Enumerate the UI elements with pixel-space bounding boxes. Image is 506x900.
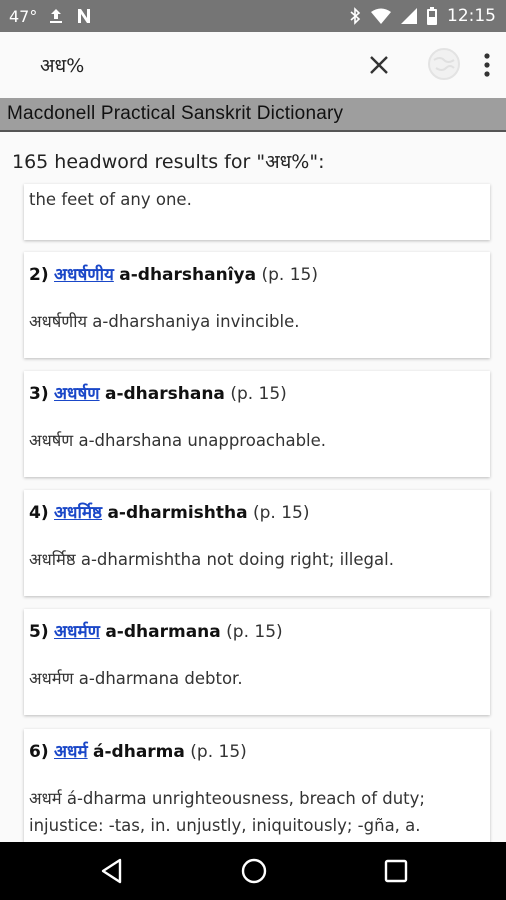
close-icon bbox=[370, 56, 388, 74]
signal-icon bbox=[401, 8, 417, 24]
home-button[interactable] bbox=[240, 857, 268, 885]
result-number: 3) bbox=[29, 384, 49, 404]
navigation-bar bbox=[0, 842, 506, 900]
result-card[interactable]: 3) अधर्षण a-dharshana (p. 15) अधर्षण a-d… bbox=[24, 371, 490, 477]
page-reference: (p. 15) bbox=[230, 384, 287, 404]
result-heading: 6) अधर्म á-dharma (p. 15) bbox=[29, 739, 247, 762]
result-number: 6) bbox=[29, 742, 49, 762]
page-reference: (p. 15) bbox=[261, 265, 319, 285]
wifi-icon bbox=[371, 8, 391, 24]
clock-text: 12:15 bbox=[447, 6, 496, 26]
transliteration: a-dharmana bbox=[105, 622, 221, 642]
dictionary-title: Macdonell Practical Sanskrit Dictionary bbox=[7, 103, 344, 124]
page-reference: (p. 15) bbox=[252, 503, 310, 523]
result-number: 5) bbox=[29, 622, 49, 642]
result-heading: 4) अधर्मिष्ठ a-dharmishtha (p. 15) bbox=[29, 500, 309, 523]
notification-n-icon bbox=[75, 7, 93, 25]
temperature-text: 47° bbox=[9, 6, 38, 26]
result-card-partial[interactable]: the feet of any one. bbox=[24, 184, 490, 240]
bluetooth-icon bbox=[349, 7, 361, 25]
transliteration: a-dharshana bbox=[104, 384, 225, 404]
result-heading: 2) अधर्षणीय a-dharshanîya (p. 15) bbox=[29, 262, 318, 285]
language-button[interactable] bbox=[426, 46, 462, 82]
result-number: 2) bbox=[29, 265, 49, 285]
result-count: 165 headword results for "अध%": bbox=[12, 151, 325, 173]
headword-link[interactable]: अधर्मण bbox=[54, 622, 100, 642]
result-definition: अधर्मिष्ठ a-dharmishtha not doing right;… bbox=[29, 550, 394, 569]
result-card[interactable]: 2) अधर्षणीय a-dharshanîya (p. 15) अधर्षण… bbox=[24, 252, 490, 358]
status-bar: 47° 12:15 bbox=[0, 0, 506, 32]
result-definition: अधर्षण a-dharshana unapproachable. bbox=[29, 431, 327, 450]
search-input[interactable]: अध% bbox=[40, 52, 84, 78]
upload-icon bbox=[47, 7, 65, 25]
transliteration: a-dharshanîya bbox=[119, 265, 257, 285]
result-card[interactable]: 5) अधर्मण a-dharmana (p. 15) अधर्मण a-dh… bbox=[24, 609, 490, 715]
battery-icon bbox=[427, 7, 437, 25]
page-reference: (p. 15) bbox=[226, 622, 283, 642]
page-reference: (p. 15) bbox=[190, 742, 247, 762]
back-button[interactable] bbox=[98, 857, 126, 885]
headword-link[interactable]: अधर्षण bbox=[54, 384, 100, 404]
search-toolbar: अध% bbox=[0, 32, 506, 98]
clear-search-button[interactable] bbox=[366, 52, 392, 78]
result-card[interactable]: 4) अधर्मिष्ठ a-dharmishtha (p. 15) अधर्म… bbox=[24, 490, 490, 596]
transliteration: á-dharma bbox=[93, 742, 185, 762]
recents-button[interactable] bbox=[382, 857, 410, 885]
result-heading: 3) अधर्षण a-dharshana (p. 15) bbox=[29, 381, 287, 404]
result-number: 4) bbox=[29, 503, 49, 523]
overflow-menu-button[interactable] bbox=[478, 52, 496, 78]
overflow-menu-icon bbox=[484, 53, 490, 77]
recents-icon bbox=[384, 859, 408, 883]
dictionary-header: Macdonell Practical Sanskrit Dictionary bbox=[0, 98, 506, 132]
headword-link[interactable]: अधर्षणीय bbox=[54, 265, 114, 285]
transliteration: a-dharmishtha bbox=[107, 503, 248, 523]
result-definition: अधर्मण a-dharmana debtor. bbox=[29, 669, 243, 688]
result-definition: अधर्म á-dharma unrighteousness, breach o… bbox=[29, 789, 425, 835]
result-definition: अधर्षणीय a-dharshaniya invincible. bbox=[29, 312, 300, 331]
headword-link[interactable]: अधर्मिष्ठ bbox=[54, 503, 102, 523]
back-icon bbox=[101, 858, 122, 884]
globe-icon bbox=[428, 48, 460, 80]
headword-link[interactable]: अधर्म bbox=[54, 742, 88, 762]
result-definition: the feet of any one. bbox=[29, 190, 192, 209]
result-card[interactable]: 6) अधर्म á-dharma (p. 15) अधर्म á-dharma… bbox=[24, 729, 490, 849]
home-icon bbox=[241, 858, 267, 884]
result-heading: 5) अधर्मण a-dharmana (p. 15) bbox=[29, 619, 283, 642]
